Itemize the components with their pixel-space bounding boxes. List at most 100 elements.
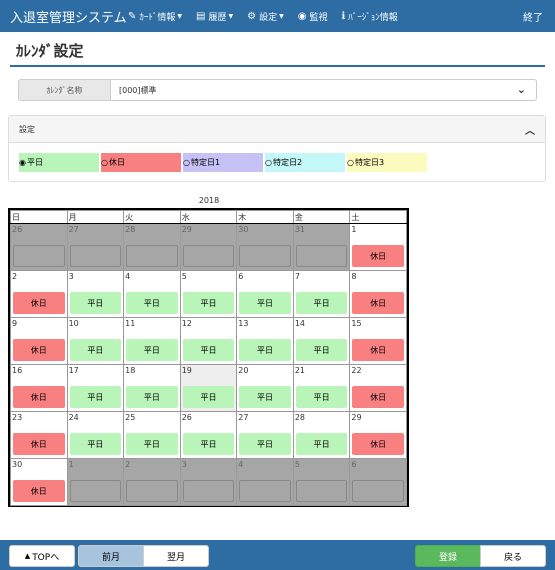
day-type-button-disabled[interactable] xyxy=(352,480,404,502)
back-button[interactable]: 戻る xyxy=(480,545,546,567)
day-type-button-disabled[interactable] xyxy=(182,480,235,502)
radio-unchecked-icon[interactable]: ○ xyxy=(347,158,354,167)
calendar-day-cell: 7 平日 xyxy=(292,270,351,318)
day-type-button[interactable]: 休日 xyxy=(352,433,404,455)
day-number: 3 xyxy=(68,272,74,281)
exit-link[interactable]: 終了 xyxy=(523,9,543,24)
day-type-button[interactable]: 平日 xyxy=(69,433,122,455)
calendar-day-cell: 26 xyxy=(10,223,68,271)
day-type-button[interactable]: 平日 xyxy=(126,292,178,314)
calendar-week-row: 2 休日 3 平日 4 平日 5 平日 6 平日 7 平日 8 休日 xyxy=(10,270,407,318)
info-icon: ℹ xyxy=(341,10,346,22)
day-type-button[interactable]: 休日 xyxy=(13,292,65,314)
radio-unchecked-icon[interactable]: ○ xyxy=(101,158,108,167)
day-type-button-disabled[interactable] xyxy=(126,480,178,502)
calendar-week-row: 16 休日 17 平日 18 平日 19 平日 20 平日 21 平日 22 休日 xyxy=(10,364,407,412)
day-type-button[interactable]: 平日 xyxy=(69,292,122,314)
nav-version-info[interactable]: ℹ ﾊﾞｰｼﾞｮﾝ情報 xyxy=(341,10,397,23)
day-type-button[interactable]: 平日 xyxy=(295,339,348,361)
day-number: 2 xyxy=(125,460,131,469)
day-type-option[interactable]: ◉ 平日 xyxy=(19,153,99,172)
chevron-down-icon: ⌄ xyxy=(516,83,526,96)
day-type-button[interactable]: 平日 xyxy=(182,339,235,361)
calendar-day-cell: 15 休日 xyxy=(349,317,407,365)
day-type-button[interactable]: 休日 xyxy=(352,245,404,267)
top-navbar: 入退室管理システム ✎ ｶｰﾄﾞ情報 ▼ ▤ 履歴 ▼ ⚙ 設定 ▼ ◉ 監視 ℹ ﾊ… xyxy=(0,0,555,32)
day-type-button[interactable]: 平日 xyxy=(295,433,348,455)
day-type-button[interactable]: 平日 xyxy=(126,339,178,361)
radio-unchecked-icon[interactable]: ○ xyxy=(183,158,190,167)
settings-panel-header[interactable]: 設定 ︿ xyxy=(9,116,545,143)
prev-month-button[interactable]: 前月 xyxy=(78,545,144,567)
calendar-day-cell: 5 xyxy=(292,458,351,506)
weekday-header: 水 xyxy=(179,210,238,224)
day-type-button-disabled[interactable] xyxy=(69,480,122,502)
day-type-button-disabled[interactable] xyxy=(239,480,291,502)
weekday-header: 金 xyxy=(292,210,351,224)
radio-unchecked-icon[interactable]: ○ xyxy=(265,158,272,167)
day-type-button[interactable]: 平日 xyxy=(126,433,178,455)
day-number: 30 xyxy=(12,460,23,469)
day-type-button[interactable]: 平日 xyxy=(69,386,122,408)
weekday-header: 月 xyxy=(66,210,125,224)
day-type-button[interactable]: 平日 xyxy=(239,292,291,314)
day-number: 14 xyxy=(294,319,305,328)
day-number: 10 xyxy=(68,319,79,328)
day-type-button[interactable]: 休日 xyxy=(352,386,404,408)
day-type-option[interactable]: ○ 休日 xyxy=(101,153,181,172)
day-type-button[interactable]: 平日 xyxy=(239,339,291,361)
nav-history[interactable]: ▤ 履歴 ▼ xyxy=(196,10,233,23)
day-type-option[interactable]: ○ 特定日2 xyxy=(265,153,345,172)
day-type-button[interactable]: 平日 xyxy=(182,433,235,455)
day-type-button-disabled[interactable] xyxy=(295,480,348,502)
day-type-button[interactable]: 休日 xyxy=(352,339,404,361)
day-number: 24 xyxy=(68,413,79,422)
day-type-button-disabled[interactable] xyxy=(239,245,291,267)
day-type-button[interactable]: 休日 xyxy=(13,433,65,455)
top-button[interactable]: ▲ TOPへ xyxy=(9,545,75,567)
day-type-button-disabled[interactable] xyxy=(13,245,65,267)
calendar-day-cell: 3 xyxy=(179,458,238,506)
calendar-day-cell: 17 平日 xyxy=(66,364,125,412)
day-number: 27 xyxy=(68,225,79,234)
next-month-button[interactable]: 翌月 xyxy=(143,545,209,567)
day-type-button-disabled[interactable] xyxy=(126,245,178,267)
nav-card-info[interactable]: ✎ ｶｰﾄﾞ情報 ▼ xyxy=(128,10,182,23)
nav-monitor[interactable]: ◉ 監視 xyxy=(298,10,328,23)
day-type-button-disabled[interactable] xyxy=(182,245,235,267)
calendar-day-cell: 20 平日 xyxy=(236,364,294,412)
day-type-button[interactable]: 休日 xyxy=(13,339,65,361)
day-type-button[interactable]: 平日 xyxy=(182,386,235,408)
calendar-day-cell: 28 平日 xyxy=(292,411,351,459)
day-number: 29 xyxy=(351,413,362,422)
day-type-button-disabled[interactable] xyxy=(295,245,348,267)
calendar-name-select[interactable]: [000]標準 ⌄ xyxy=(111,79,537,101)
radio-checked-icon[interactable]: ◉ xyxy=(19,158,26,167)
day-type-button[interactable]: 休日 xyxy=(352,292,404,314)
day-number: 23 xyxy=(12,413,23,422)
save-button[interactable]: 登録 xyxy=(415,545,481,567)
day-type-label: 特定日1 xyxy=(190,158,221,167)
day-number: 6 xyxy=(351,460,357,469)
day-number: 18 xyxy=(125,366,136,375)
calendar-day-cell: 19 平日 xyxy=(179,364,238,412)
day-type-button[interactable]: 休日 xyxy=(13,480,65,502)
day-type-button[interactable]: 平日 xyxy=(239,433,291,455)
day-type-button[interactable]: 平日 xyxy=(239,386,291,408)
weekday-header: 日 xyxy=(10,210,68,224)
day-type-button[interactable]: 平日 xyxy=(69,339,122,361)
day-type-button[interactable]: 平日 xyxy=(182,292,235,314)
day-type-button-disabled[interactable] xyxy=(69,245,122,267)
day-type-button[interactable]: 休日 xyxy=(13,386,65,408)
day-type-option[interactable]: ○ 特定日3 xyxy=(347,153,427,172)
day-type-button[interactable]: 平日 xyxy=(295,292,348,314)
chevron-up-icon[interactable]: ︿ xyxy=(525,122,535,137)
calendar-day-cell: 26 平日 xyxy=(179,411,238,459)
nav-settings[interactable]: ⚙ 設定 ▼ xyxy=(247,10,284,23)
day-type-button[interactable]: 平日 xyxy=(295,386,348,408)
day-number: 6 xyxy=(238,272,244,281)
day-type-button[interactable]: 平日 xyxy=(126,386,178,408)
day-type-label: 休日 xyxy=(108,158,125,167)
calendar-day-cell: 2 休日 xyxy=(10,270,68,318)
day-type-option[interactable]: ○ 特定日1 xyxy=(183,153,263,172)
